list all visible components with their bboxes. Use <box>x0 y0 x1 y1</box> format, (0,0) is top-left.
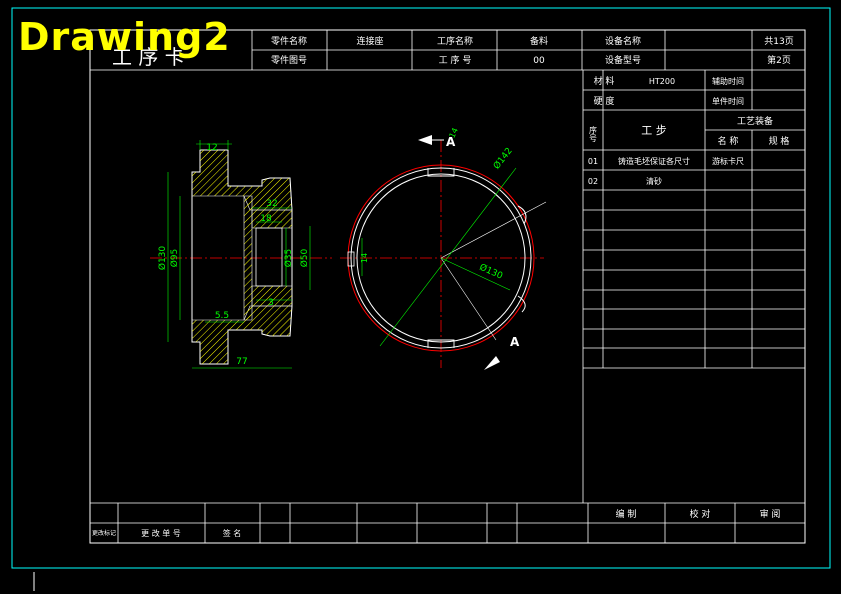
hardness-label: 硬 度 <box>594 95 615 107</box>
section-letter-top: A <box>446 135 456 149</box>
proofread-label: 校 对 <box>690 508 711 520</box>
compile-label: 编 制 <box>616 508 637 520</box>
step-header: 工 步 <box>641 124 667 137</box>
page-no: 第2页 <box>767 54 791 66</box>
review-label: 审 阅 <box>760 508 781 520</box>
section-arrow-bottom <box>484 356 500 370</box>
material-value: HT200 <box>649 77 675 86</box>
proc-name-value: 备料 <box>530 35 548 47</box>
sheet-frame <box>11 7 831 569</box>
aux-time-label: 辅助时间 <box>712 76 744 86</box>
section-arrow-top <box>418 135 432 145</box>
dim-12: 12 <box>206 143 217 153</box>
equip-header: 工艺装备 <box>737 115 773 127</box>
section-bore <box>255 227 283 287</box>
change-mark-label: 更改标记 <box>92 529 116 537</box>
step-2-desc: 清砂 <box>646 176 662 186</box>
step-2-no: 02 <box>588 177 598 186</box>
section-letter-bottom: A <box>510 335 520 349</box>
dim-3: 3 <box>268 298 274 308</box>
drawing-border <box>89 29 806 544</box>
equip-name-label: 设备名称 <box>605 35 641 47</box>
dim-77: 77 <box>236 357 247 367</box>
bottom-block <box>90 502 805 543</box>
unit-time-label: 单件时间 <box>712 96 744 106</box>
dim-d50: Ø50 <box>299 248 310 267</box>
dim-5-5: 5.5 <box>215 311 229 321</box>
hatch-bottom <box>191 305 293 365</box>
step-1-no: 01 <box>588 157 598 166</box>
step-1-tool: 游标卡尺 <box>712 156 744 166</box>
hatch-web <box>243 195 253 321</box>
dim-d130: Ø130 <box>157 246 168 271</box>
equip-model-label: 设备型号 <box>605 54 641 66</box>
dim-18: 18 <box>260 214 272 224</box>
dim-d95: Ø95 <box>169 249 180 268</box>
step-1-desc: 铸造毛坯保证各尺寸 <box>618 156 690 166</box>
drawing-name-overlay: Drawing2 <box>18 15 231 59</box>
dim-32: 32 <box>266 199 277 209</box>
change-doc-label: 更 改 单 号 <box>141 528 181 538</box>
info-panel-grid <box>582 70 805 503</box>
proc-no-label: 工 序 号 <box>439 54 472 66</box>
dim-d142: Ø142 <box>491 146 515 172</box>
cad-drawing-canvas: 工 序 卡 零件名称 连接座 工序名称 备料 设备名称 共13页 零件图号 工 … <box>11 7 831 591</box>
proc-name-label: 工序名称 <box>437 35 473 47</box>
signature-label: 签 名 <box>223 528 242 538</box>
dim-d35: Ø35 <box>283 249 294 268</box>
part-name-value: 连接座 <box>356 35 383 47</box>
dim-d130-plan: Ø130 <box>478 262 505 282</box>
section-view: 12 32 18 Ø35 Ø50 3 5.5 77 Ø130 Ø95 <box>150 140 332 369</box>
hatch-boss-top <box>251 209 293 229</box>
tool-name-header: 名 称 <box>718 135 739 147</box>
material-label: 材 料 <box>594 75 615 87</box>
part-no-label: 零件图号 <box>271 54 307 66</box>
tool-spec-header: 规 格 <box>769 135 790 147</box>
part-name-label: 零件名称 <box>271 35 307 47</box>
proc-no-value: 00 <box>533 56 545 66</box>
plan-view: Ø142 Ø130 14 14 A A <box>340 126 547 370</box>
seq-label: 序号 <box>589 125 598 143</box>
total-pages: 共13页 <box>764 36 793 47</box>
dim-14-left: 14 <box>360 253 369 263</box>
